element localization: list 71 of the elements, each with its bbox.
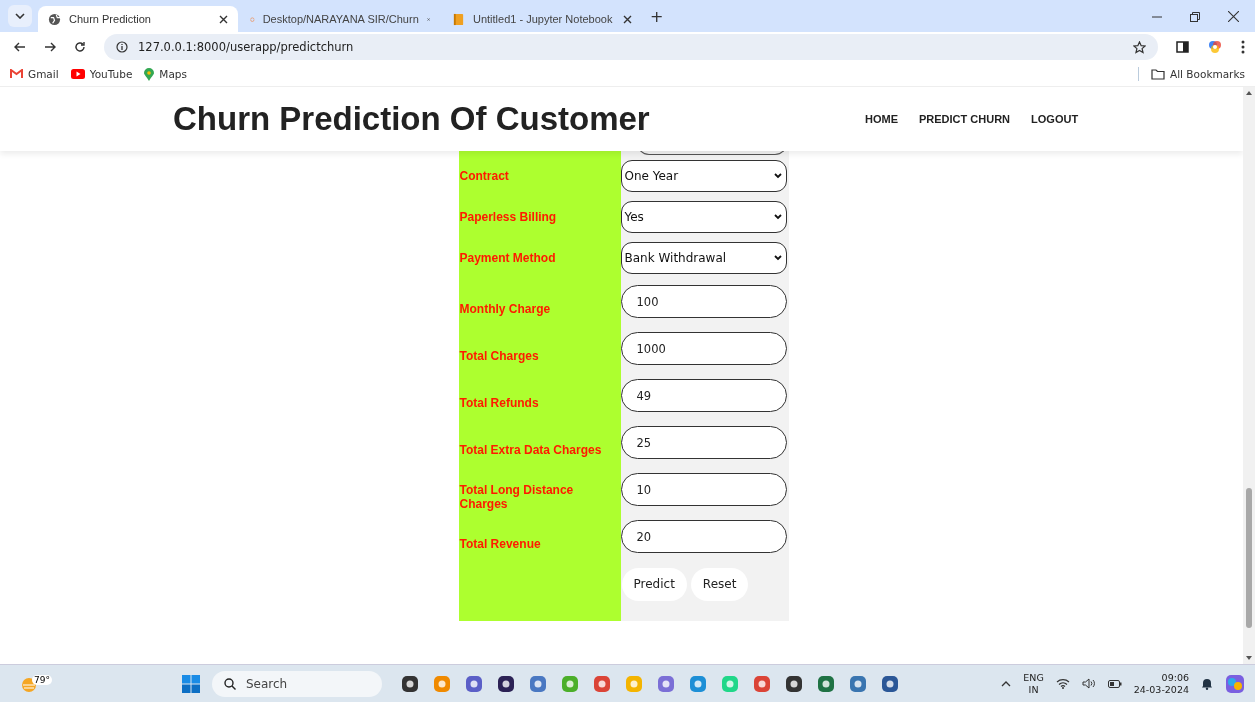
copilot-icon[interactable] [1225, 673, 1245, 694]
back-arrow-icon[interactable] [14, 41, 26, 53]
taskbar-search-field[interactable]: Search [211, 670, 382, 697]
windows-start-icon[interactable] [181, 674, 200, 693]
speaker-icon[interactable] [1081, 678, 1096, 689]
form-button[interactable]: Reset [690, 567, 749, 601]
browser-tab[interactable]: Churn Prediction [38, 6, 238, 32]
field-label: Total Revenue [458, 535, 542, 551]
input-field[interactable]: 25 [620, 426, 787, 459]
clock[interactable]: 09:06 24-03-2024 [1133, 671, 1189, 696]
bookmark-link[interactable]: Maps [144, 67, 187, 81]
reload-icon[interactable] [74, 41, 86, 53]
play-icon [70, 69, 85, 79]
chevron-down-icon [773, 254, 782, 261]
input-field[interactable]: 10 [620, 473, 787, 506]
dropdown-field[interactable]: Bank Withdrawal [620, 241, 787, 274]
close-icon[interactable] [1228, 11, 1239, 22]
close-icon[interactable] [219, 14, 228, 24]
restore-icon[interactable] [1190, 12, 1200, 22]
globe-icon [48, 12, 61, 26]
nav-link[interactable]: HOME [865, 113, 898, 125]
star-icon[interactable] [1133, 40, 1146, 54]
info-icon [116, 41, 128, 53]
extension-icon[interactable] [1207, 39, 1223, 55]
field-label: Contract [458, 168, 510, 183]
all-bookmarks-button[interactable]: All Bookmarks [1150, 68, 1245, 80]
more-menu-icon[interactable] [1241, 40, 1245, 54]
browser-tab[interactable]: Desktop/NARAYANA SIR/Churn [240, 6, 440, 32]
notebook-icon [452, 12, 465, 26]
map-pin-icon [144, 67, 155, 81]
chevron-down-icon [15, 13, 25, 19]
forward-arrow-icon[interactable] [44, 41, 56, 53]
browser-tab[interactable]: Untitled1 - Jupyter Notebook [442, 6, 642, 32]
scrollbar-thumb[interactable] [1246, 488, 1252, 628]
field-label: Total Extra Data Charges [458, 441, 603, 457]
dropdown-field[interactable]: One Year [620, 159, 787, 192]
bell-icon[interactable] [1201, 677, 1213, 690]
chevron-up-icon[interactable] [1001, 680, 1012, 687]
field-label: Total Charges [458, 347, 540, 363]
wifi-icon[interactable] [1055, 678, 1070, 689]
chevron-down-icon [773, 172, 782, 179]
field-label: Payment Method [458, 250, 557, 265]
field-label: Monthly Charge [458, 300, 552, 316]
nav-link[interactable]: PREDICT CHURN [919, 113, 1011, 125]
input-field[interactable]: 1000 [620, 332, 787, 365]
input-field[interactable]: 100 [620, 285, 787, 318]
address-bar[interactable]: 127.0.0.1:8000/userapp/predictchurn [104, 34, 1158, 60]
input-field[interactable]: 49 [620, 379, 787, 412]
input-field[interactable]: 20 [620, 520, 787, 553]
scroll-up-icon[interactable] [1246, 91, 1252, 95]
nav-link[interactable]: LOGOUT [1031, 113, 1079, 125]
search-icon [223, 677, 236, 690]
weather-widget[interactable]: 79° [20, 674, 52, 693]
chevron-down-icon [773, 213, 782, 220]
battery-icon[interactable] [1107, 679, 1122, 688]
field-label: Total Refunds [458, 394, 540, 410]
field-label: Paperless Billing [458, 209, 558, 224]
language-indicator[interactable]: ENG IN [1023, 671, 1044, 696]
site-title: Churn Prediction Of Customer [173, 100, 651, 138]
bookmark-link[interactable]: Gmail [10, 68, 59, 80]
field-label: Total Long Distance Charges [458, 481, 575, 511]
dropdown-field[interactable]: Yes [620, 200, 787, 233]
tab-search-button[interactable] [8, 5, 32, 27]
side-panel-icon[interactable] [1176, 41, 1189, 53]
form-button[interactable]: Predict [621, 567, 687, 601]
scroll-down-icon[interactable] [1246, 656, 1252, 660]
close-icon[interactable] [623, 14, 632, 24]
new-tab-button[interactable]: + [650, 7, 664, 26]
scrollbar[interactable] [1243, 87, 1255, 664]
bookmark-link[interactable]: YouTube [70, 68, 133, 80]
envelope-icon [10, 69, 23, 79]
